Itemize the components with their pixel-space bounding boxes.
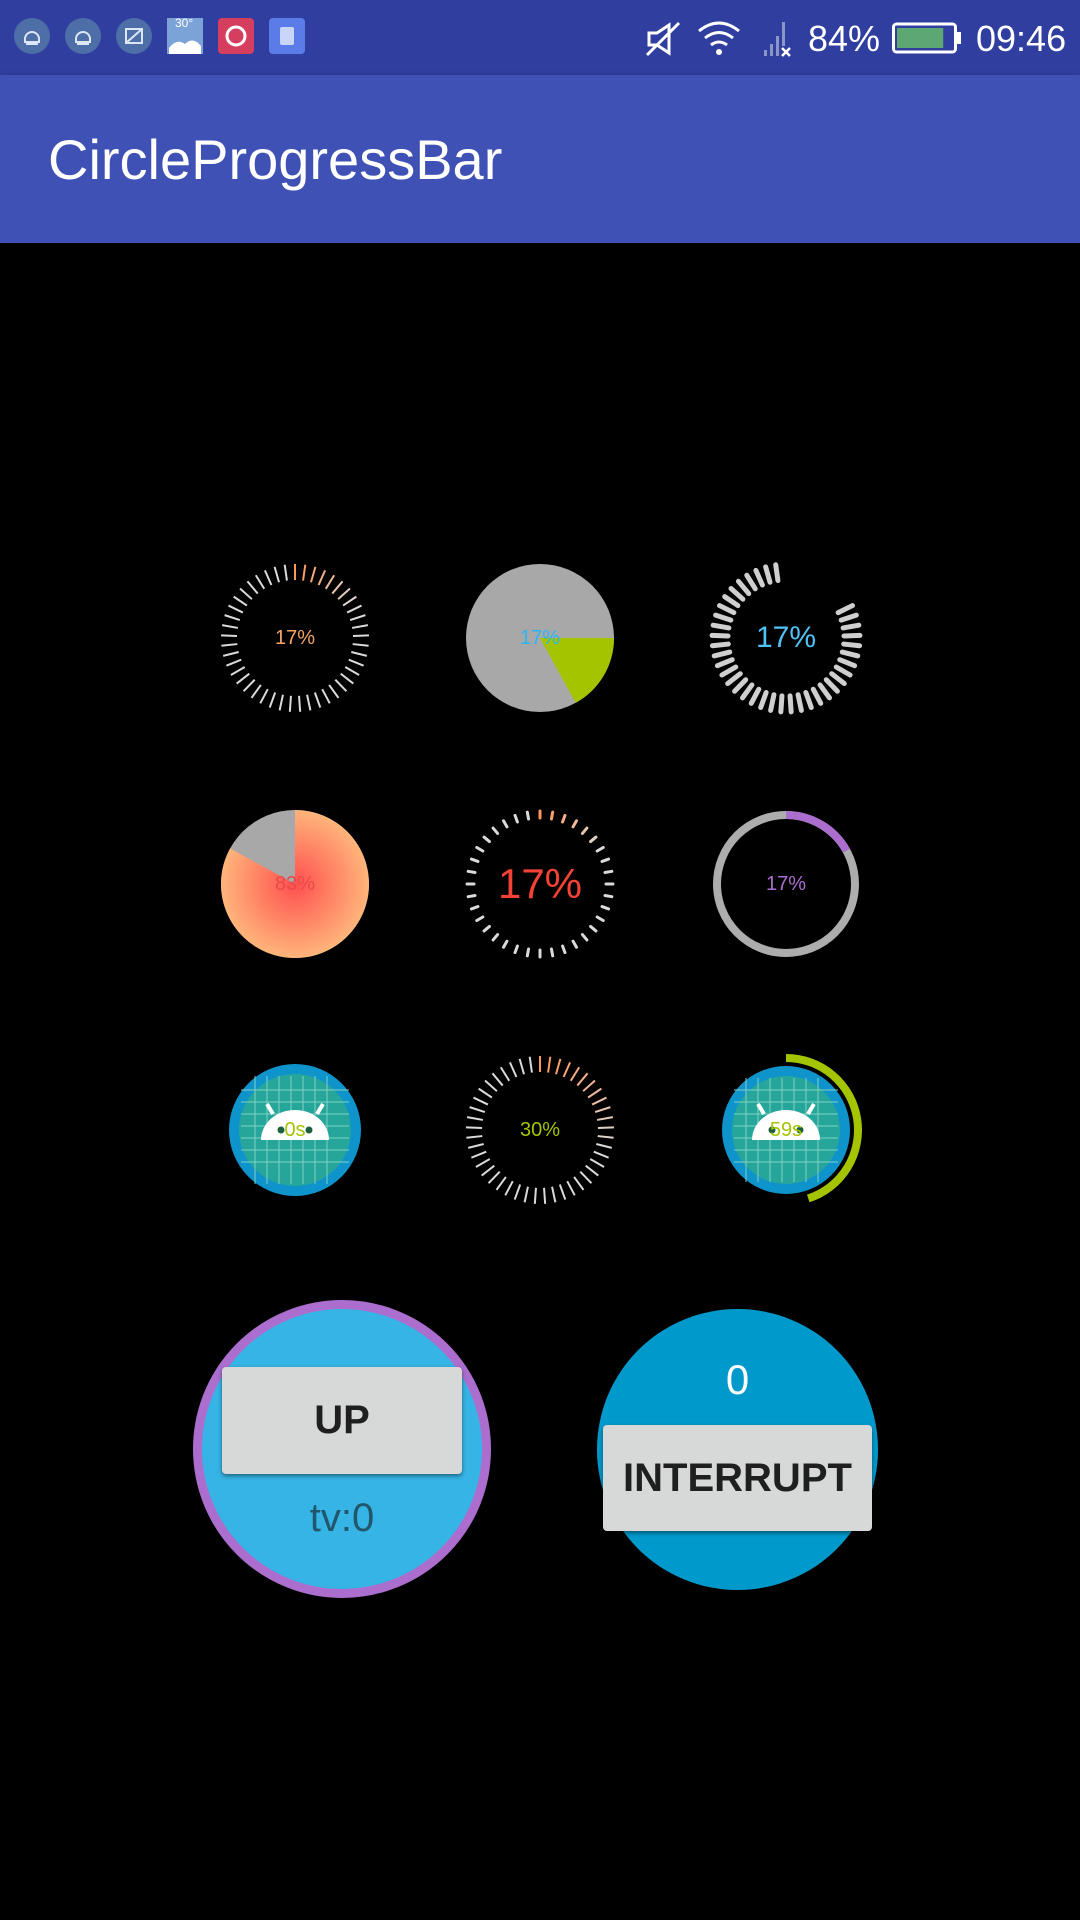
up-value-text: tv:0 [309,1496,375,1540]
progress-label: 17% [497,860,583,907]
battery-icon [892,22,962,54]
interrupt-button[interactable]: INTERRUPT [603,1425,872,1531]
circle-progress-ring: 17% [706,804,866,964]
mute-icon [643,19,683,59]
interrupt-counter: 0 [725,1356,750,1403]
app-red-icon [218,18,254,54]
circle-progress-image-timer: 0s [215,1050,375,1210]
weather-badge: 30° [175,16,194,30]
circle-progress-solid-line-ticks: 17% [706,558,866,718]
app-bar: CircleProgressBar [0,75,1080,243]
progress-label: 17% [755,621,817,654]
app-blue-icon [269,18,305,54]
progress-label: 17% [765,872,807,895]
up-button[interactable]: UP [222,1367,462,1474]
status-bar: 30° 84% 09:46 [0,0,1080,75]
progress-label: 17% [519,626,561,649]
circle-progress-image-timer-ring: 59s [706,1050,866,1210]
clock: 09:46 [976,18,1067,59]
circle-progress-dot-ticks: 17% [460,804,620,964]
no-signal-icon [760,18,796,58]
progress-label: 30% [519,1118,561,1141]
circle-progress-line-ticks-gradient: 17% [215,558,375,718]
progress-label: 17% [274,626,316,649]
battery-percent: 84% [808,18,881,59]
weather-icon: 30° [167,16,203,54]
android-icon [14,18,50,54]
circle-progress-pie-gradient: 83% [215,804,375,964]
progress-label: 83% [274,872,316,895]
screenshot-icon [116,18,152,54]
circle-progress-pie-sector: 17% [460,558,620,718]
progress-label: 0s [284,1118,306,1141]
android-icon [65,18,101,54]
app-title: CircleProgressBar [48,128,503,191]
progress-label: 59s [769,1118,803,1141]
wifi-icon [697,18,741,58]
circle-progress-line-ticks-gradient: 30% [460,1050,620,1210]
